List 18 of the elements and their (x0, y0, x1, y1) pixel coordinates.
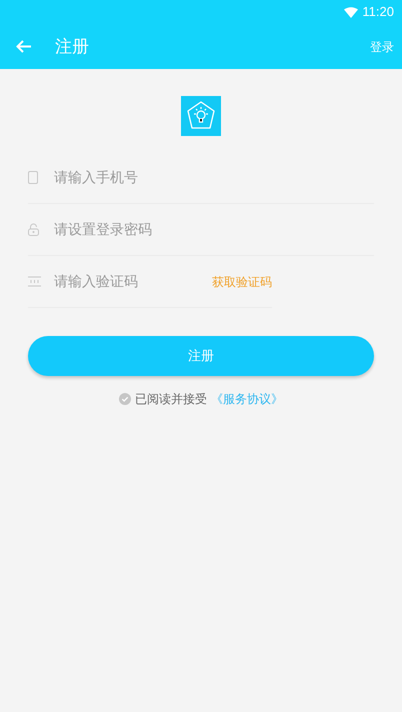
phone-icon (28, 171, 38, 184)
lightbulb-logo-icon (181, 96, 221, 136)
register-button[interactable]: 注册 (28, 336, 374, 376)
input-field[interactable]: 请输入手机号 (54, 167, 374, 188)
input-field[interactable]: 请设置登录密码 (54, 219, 374, 240)
screen-title: 注册 (55, 36, 90, 58)
back-arrow-icon (16, 40, 31, 53)
status-time: 11:20 (362, 3, 394, 22)
login-link[interactable]: 登录 (370, 38, 394, 56)
keypad-icon (28, 276, 41, 287)
agree-checkbox[interactable] (119, 393, 131, 405)
wifi-icon (344, 6, 358, 18)
lock-icon (28, 223, 39, 236)
back-button[interactable] (16, 40, 31, 53)
agreement-text: 已阅读并接受 (135, 391, 207, 408)
input-field[interactable]: 请输入验证码 (54, 271, 212, 292)
service-agreement-link[interactable]: 《服务协议》 (211, 390, 283, 408)
get-code-button[interactable]: 获取验证码 (212, 272, 272, 290)
